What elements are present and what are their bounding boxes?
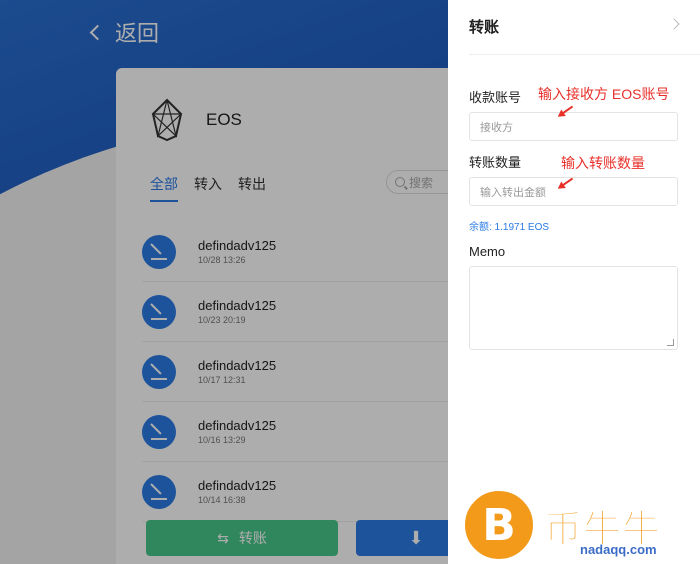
divider (469, 54, 700, 55)
recipient-label: 收款账号 (469, 90, 522, 105)
amount-annotation: 输入转账数量 (561, 155, 645, 171)
amount-placeholder: 输入转出金额 (480, 186, 546, 199)
bitcoin-icon: B (462, 488, 536, 562)
recipient-field[interactable]: 接收方 (469, 112, 678, 141)
recipient-annotation: 输入接收方 EOS账号 (538, 86, 670, 102)
modal-overlay[interactable] (0, 0, 448, 564)
watermark-site: nadaqq.com (580, 542, 657, 557)
transfer-drawer: 转账 收款账号 接收方 转账数量 输入转出金额 余额: 1.1971 EOS M… (448, 0, 700, 564)
amount-field[interactable]: 输入转出金额 (469, 177, 678, 206)
memo-label: Memo (469, 244, 506, 259)
chevron-right-icon[interactable] (668, 18, 680, 30)
drawer-title: 转账 (469, 19, 500, 36)
balance-text: 余额: 1.1971 EOS (469, 222, 550, 233)
memo-field[interactable] (469, 266, 678, 350)
recipient-placeholder: 接收方 (480, 121, 513, 134)
resize-handle-icon[interactable] (667, 339, 674, 346)
amount-label: 转账数量 (469, 155, 522, 170)
